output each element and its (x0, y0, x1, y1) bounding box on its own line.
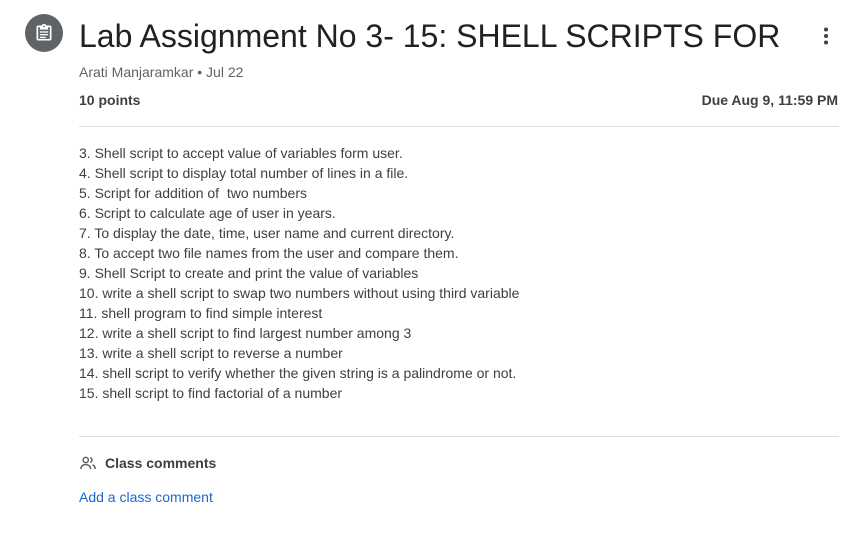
class-comments-label: Class comments (105, 455, 217, 471)
list-item: 13. write a shell script to reverse a nu… (79, 345, 343, 361)
instructions-list: 3. Shell script to accept value of varia… (79, 143, 519, 403)
list-item: 3. Shell script to accept value of varia… (79, 145, 403, 161)
more-options-button[interactable] (812, 22, 840, 50)
list-item: 10. write a shell script to swap two num… (79, 285, 520, 301)
due-date: Due Aug 9, 11:59 PM (701, 92, 838, 108)
assignment-meta: Arati Manjaramkar • Jul 22 (79, 64, 244, 80)
list-item: 14. shell script to verify whether the g… (79, 365, 517, 381)
points-label: 10 points (79, 92, 141, 108)
assignment-page: Lab Assignment No 3- 15: SHELL SCRIPTS F… (0, 0, 864, 533)
list-item: 6. Script to calculate age of user in ye… (79, 205, 336, 221)
list-item: 12. write a shell script to find largest… (79, 325, 412, 341)
assignment-icon (25, 14, 63, 52)
class-comments-header: Class comments (79, 453, 216, 473)
list-item: 8. To accept two file names from the use… (79, 245, 459, 261)
header-divider (79, 126, 839, 127)
people-icon (79, 454, 97, 472)
more-vert-icon (824, 27, 828, 45)
list-item: 4. Shell script to display total number … (79, 165, 409, 181)
assignment-title: Lab Assignment No 3- 15: SHELL SCRIPTS F… (79, 18, 781, 54)
add-class-comment-link[interactable]: Add a class comment (79, 487, 213, 507)
list-item: 7. To display the date, time, user name … (79, 225, 455, 241)
list-item: 9. Shell Script to create and print the … (79, 265, 419, 281)
list-item: 15. shell script to find factorial of a … (79, 385, 343, 401)
comments-divider (79, 436, 839, 437)
list-item: 5. Script for addition of two numbers (79, 185, 307, 201)
list-item: 11. shell program to find simple interes… (79, 305, 323, 321)
